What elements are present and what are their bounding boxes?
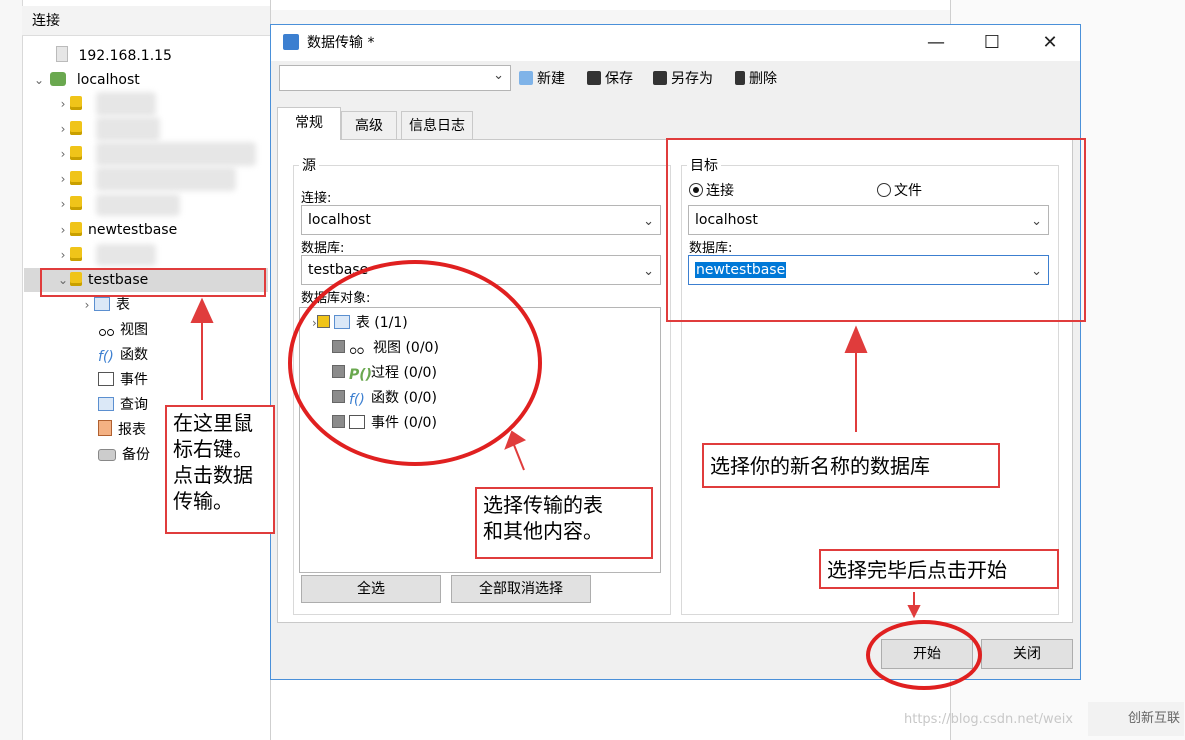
note-line: 传输。 <box>173 489 233 513</box>
note-select-tables: 选择传输的表 和其他内容。 <box>475 487 653 559</box>
note-click-start: 选择完毕后点击开始 <box>819 549 1059 589</box>
watermark: https://blog.csdn.net/weix <box>904 712 1073 727</box>
note-select-db: 选择你的新名称的数据库 <box>702 443 1000 488</box>
note-right-click: 在这里鼠 标右键。 点击数据 传输。 <box>165 405 275 534</box>
arrow-head <box>844 325 868 353</box>
note-line: 选择传输的表 <box>483 493 603 517</box>
note-line: 在这里鼠 <box>173 411 253 435</box>
tab-general[interactable]: 常规 <box>277 107 341 140</box>
annotation-arrows <box>190 297 921 619</box>
arrow-to-objects <box>513 444 525 471</box>
site-logo: 创新互联 <box>1088 702 1184 736</box>
arrow-head <box>907 605 921 619</box>
note-line: 标右键。 <box>173 437 253 461</box>
arrow-head <box>190 297 214 323</box>
note-line: 点击数据 <box>173 463 253 487</box>
note-line: 和其他内容。 <box>483 519 603 543</box>
